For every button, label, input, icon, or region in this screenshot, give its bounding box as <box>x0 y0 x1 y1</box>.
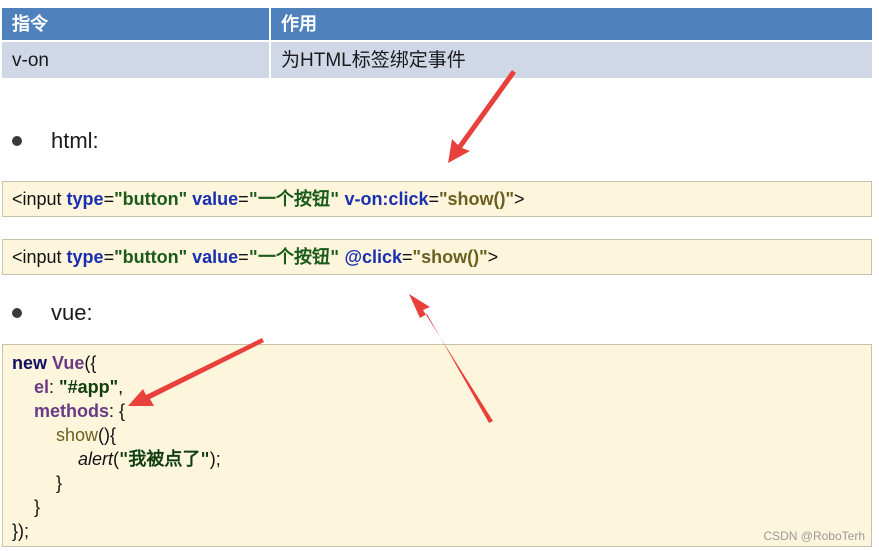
code-fn-show: show <box>56 425 99 445</box>
code-directive: @click <box>339 247 403 267</box>
code-attr-type: type <box>66 247 104 267</box>
bullet-dot-icon <box>12 136 22 146</box>
code-attr-value: value <box>187 247 239 267</box>
code-handler: "show()" <box>438 189 515 209</box>
code-eq: = <box>103 247 115 267</box>
code-block-shorthand: <input type="button" value="一个按钮" @click… <box>2 239 872 275</box>
code-key-el: el <box>34 377 50 397</box>
code-fn-alert: alert <box>78 449 114 469</box>
code-line: } <box>12 495 871 519</box>
code-str-clicked: "我被点了" <box>119 449 210 470</box>
code-punct: ({ <box>84 353 97 373</box>
table-cell-purpose: 为HTML标签绑定事件 <box>269 40 872 78</box>
arrow-to-v-on-icon <box>448 70 516 163</box>
code-line: methods: { <box>12 399 871 423</box>
code-eq: = <box>103 189 115 209</box>
code-eq: = <box>402 247 413 267</box>
watermark: CSDN @RoboTerh <box>763 529 865 543</box>
code-eq: = <box>238 189 249 209</box>
code-val-type: "button" <box>114 247 188 267</box>
bullet-dot-icon <box>12 308 22 318</box>
table-header-purpose: 作用 <box>269 8 872 40</box>
code-eq: = <box>238 247 249 267</box>
code-keyword-new: new <box>12 353 53 373</box>
code-punct: ); <box>209 449 221 469</box>
code-line: }); <box>12 519 871 543</box>
bullet-vue-label: vue: <box>51 300 93 325</box>
code-punct: , <box>118 377 124 397</box>
code-eq: = <box>428 189 439 209</box>
code-line: show(){ <box>12 423 871 447</box>
directive-table: 指令 作用 v-on 为HTML标签绑定事件 <box>2 8 872 78</box>
code-val-app: "#app" <box>59 377 119 397</box>
code-open-tag: <input <box>12 189 67 209</box>
code-block-vue: new Vue({ el: "#app", methods: { show(){… <box>2 344 872 547</box>
code-attr-type: type <box>66 189 104 209</box>
code-val-value: "一个按钮" <box>248 189 340 210</box>
code-punct: } <box>34 497 41 517</box>
bullet-html-label: html: <box>51 128 99 153</box>
bullet-vue: vue: <box>12 300 93 326</box>
bullet-html: html: <box>12 128 99 154</box>
code-punct: }); <box>12 521 30 541</box>
code-punct: : { <box>109 401 126 421</box>
code-attr-value: value <box>187 189 239 209</box>
table-cell-directive: v-on <box>2 40 269 78</box>
code-close-tag: > <box>514 189 525 209</box>
code-open-tag: <input <box>12 247 67 267</box>
code-close-tag: > <box>487 247 499 267</box>
code-punct: } <box>56 473 63 493</box>
code-handler: "show()" <box>412 247 488 267</box>
code-line: alert("我被点了"); <box>12 447 871 471</box>
code-line: } <box>12 471 871 495</box>
code-key-methods: methods <box>34 401 110 421</box>
code-val-value: "一个按钮" <box>248 247 340 268</box>
table-header-row: 指令 作用 <box>2 8 872 40</box>
code-punct: : <box>49 377 60 397</box>
code-punct: (){ <box>98 425 117 445</box>
code-line: el: "#app", <box>12 375 871 399</box>
table-row: v-on 为HTML标签绑定事件 <box>2 40 872 78</box>
code-directive: v-on:click <box>339 189 429 209</box>
code-block-v-on: <input type="button" value="一个按钮" v-on:c… <box>2 181 872 217</box>
code-val-type: "button" <box>114 189 188 209</box>
code-line: new Vue({ <box>12 351 871 375</box>
code-class-vue: Vue <box>52 353 85 373</box>
table-header-directive: 指令 <box>2 8 269 40</box>
